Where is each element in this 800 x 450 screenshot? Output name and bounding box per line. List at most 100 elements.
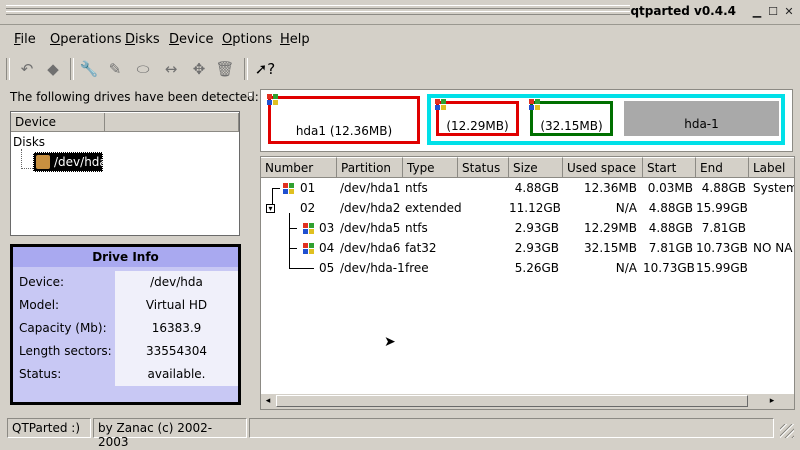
column-header-type[interactable]: Type: [403, 157, 458, 178]
table-row[interactable]: ▾ 02 /dev/hda2 extended 11.12GB N/A 4.88…: [261, 198, 794, 218]
table-row[interactable]: 05 /dev/hda-1 free 5.26GB N/A 10.73GB 15…: [261, 258, 794, 278]
cell-size: 4.88GB: [514, 181, 559, 195]
eraser-icon[interactable]: ⬭: [132, 58, 154, 80]
whats-this-icon[interactable]: ➚?: [254, 58, 276, 80]
tree-header-extra[interactable]: [105, 113, 239, 132]
toolbar-separator: [244, 58, 248, 80]
cell-partition: /dev/hda2: [340, 201, 401, 215]
drive-info-label: Capacity (Mb):: [19, 321, 107, 335]
table-row[interactable]: 04 /dev/hda6 fat32 2.93GB 32.15MB 7.81GB…: [261, 238, 794, 258]
minimize-icon[interactable]: ▁: [750, 5, 764, 19]
drive-info-value: 16383.9: [115, 317, 238, 340]
windows-icon: [303, 223, 314, 234]
drive-info-value: /dev/hda: [115, 271, 238, 294]
column-header-partition[interactable]: Partition: [337, 157, 403, 178]
title-grip: [6, 5, 630, 17]
menu-operations[interactable]: Operations: [50, 32, 121, 47]
maximize-icon[interactable]: ☐: [766, 5, 780, 19]
table-row[interactable]: 01 /dev/hda1 ntfs 4.88GB 12.36MB 0.03MB …: [261, 178, 794, 198]
table-row[interactable]: 03 /dev/hda5 ntfs 2.93GB 12.29MB 4.88GB …: [261, 218, 794, 238]
cell-number: 01: [300, 181, 316, 195]
partition-box-hda1[interactable]: hda1 (12.36MB): [268, 96, 420, 144]
wrench-icon[interactable]: 🔧: [78, 58, 100, 80]
cell-label: NO NA: [753, 241, 793, 255]
cell-type: free: [405, 261, 429, 275]
partition-table[interactable]: Number Partition Type Status Size Used s…: [260, 156, 795, 410]
column-header-size[interactable]: Size: [509, 157, 563, 178]
detected-drives-label: The following drives have been detected:: [10, 90, 259, 104]
drive-info-label: Length sectors:: [19, 344, 112, 358]
drive-info-row: Model: Virtual HD: [13, 294, 238, 317]
column-header-number[interactable]: Number: [261, 157, 337, 178]
harddisk-icon: [36, 155, 50, 169]
toolbar-separator: [6, 58, 10, 80]
horizontal-scrollbar[interactable]: ◂ ▸: [261, 394, 794, 409]
menu-file[interactable]: File: [14, 32, 36, 47]
cell-start: 0.03MB: [647, 181, 693, 195]
drive-info-label: Model:: [19, 298, 60, 312]
cell-size: 5.26GB: [514, 261, 559, 275]
cell-type: fat32: [405, 241, 437, 255]
windows-icon: [283, 183, 294, 194]
menu-help[interactable]: Help: [280, 32, 310, 47]
cell-used: N/A: [615, 201, 637, 215]
drive-info-panel: Drive Info Device: /dev/hda Model: Virtu…: [10, 244, 241, 405]
windows-icon: [267, 94, 278, 105]
column-header-status[interactable]: Status: [458, 157, 509, 178]
disk-map: hda1 (12.36MB) (12.29MB) (32.15MB) hda-1: [260, 89, 793, 152]
resize-icon[interactable]: ↔: [160, 58, 182, 80]
toolbar-separator: [70, 58, 74, 80]
column-header-start[interactable]: Start: [643, 157, 696, 178]
tree-root-disks[interactable]: Disks: [13, 135, 45, 149]
windows-icon: [435, 99, 446, 110]
scrollbar-thumb[interactable]: [276, 395, 748, 407]
tree-header-device[interactable]: Device: [11, 113, 105, 132]
cell-number: 03: [319, 221, 335, 235]
menu-device[interactable]: Device: [169, 32, 213, 47]
trash-icon[interactable]: 🗑: [214, 58, 236, 80]
cell-start: 10.73GB: [643, 261, 695, 275]
cell-size: 2.93GB: [514, 221, 559, 235]
undo-icon[interactable]: ↶: [16, 58, 38, 80]
drive-info-label: Status:: [19, 367, 62, 381]
cell-start: 7.81GB: [648, 241, 693, 255]
drive-info-row: Status: available.: [13, 363, 238, 386]
tree-item-dev-hda[interactable]: /dev/hda: [33, 152, 107, 172]
partition-box-hda6[interactable]: (32.15MB): [530, 101, 613, 136]
splitter-handle[interactable]: [248, 88, 254, 408]
windows-icon: [529, 99, 540, 110]
cell-type: extended: [405, 201, 462, 215]
partition-box-label: hda-1: [684, 117, 719, 131]
cell-start: 4.88GB: [648, 201, 693, 215]
partition-box-free[interactable]: hda-1: [624, 101, 779, 136]
device-tree[interactable]: Device Disks /dev/hda: [10, 111, 240, 236]
menu-bar: File Operations Disks Device Options Hel…: [0, 26, 800, 52]
splitter-knob[interactable]: [248, 92, 253, 97]
menu-options[interactable]: Options: [222, 32, 272, 47]
scroll-right-icon[interactable]: ▸: [766, 395, 778, 407]
cell-start: 4.88GB: [648, 221, 693, 235]
property-icon[interactable]: ✎: [104, 58, 126, 80]
tree-item-label: /dev/hda: [54, 155, 107, 169]
close-icon[interactable]: ✕: [782, 5, 796, 19]
column-header-label[interactable]: Label: [749, 157, 794, 178]
menu-disks[interactable]: Disks: [125, 32, 160, 47]
move-icon[interactable]: ✥: [188, 58, 210, 80]
column-header-used-space[interactable]: Used space: [563, 157, 643, 178]
scroll-left-icon[interactable]: ◂: [262, 395, 274, 407]
cell-size: 2.93GB: [514, 241, 559, 255]
title-bar[interactable]: qtparted v0.4.4 ▁ ☐ ✕: [0, 0, 800, 25]
cell-size: 11.12GB: [509, 201, 561, 215]
status-app: QTParted :): [7, 418, 91, 438]
cell-used: 12.29MB: [584, 221, 637, 235]
drive-info-row: Device: /dev/hda: [13, 271, 238, 294]
drive-info-row: Length sectors: 33554304: [13, 340, 238, 363]
cell-used: 12.36MB: [584, 181, 637, 195]
column-header-end[interactable]: End: [696, 157, 749, 178]
commit-icon[interactable]: ◆: [42, 58, 64, 80]
cell-end: 4.88GB: [701, 181, 746, 195]
partition-box-hda5[interactable]: (12.29MB): [436, 101, 519, 136]
resize-grip-icon[interactable]: [780, 424, 794, 438]
status-credits: by Zanac (c) 2002-2003: [93, 418, 247, 449]
expand-collapse-icon[interactable]: ▾: [266, 204, 275, 213]
